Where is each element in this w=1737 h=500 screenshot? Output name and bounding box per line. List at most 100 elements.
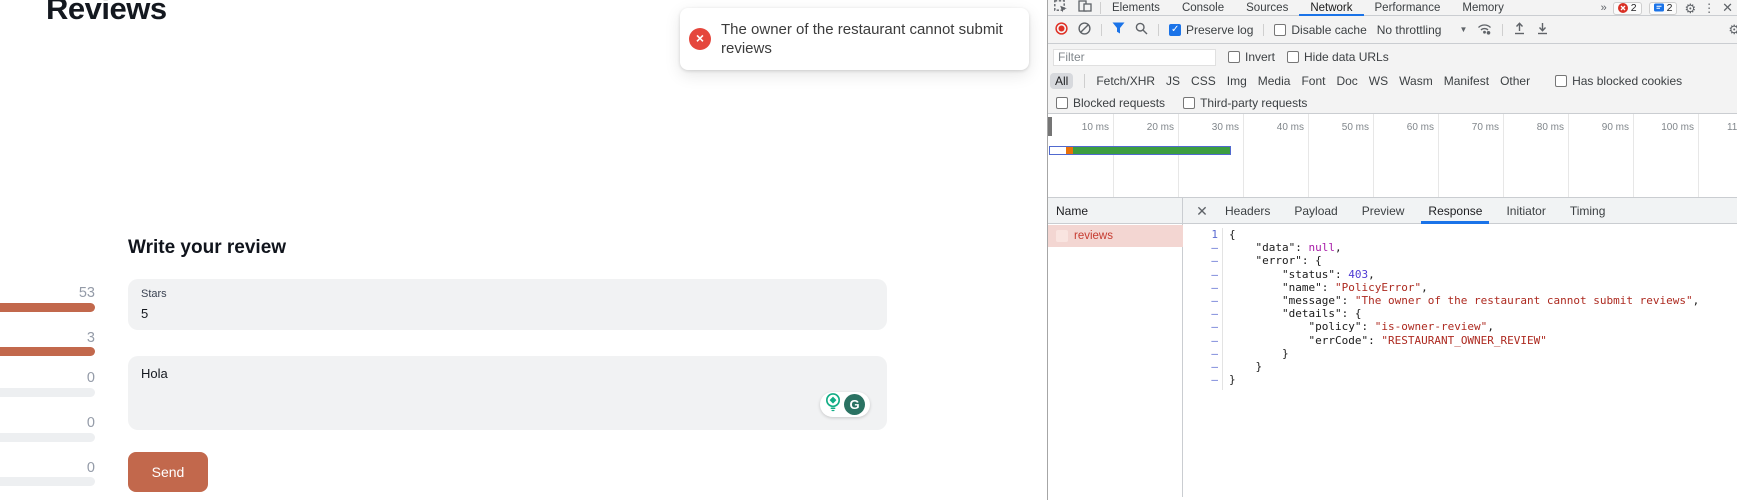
tab-console[interactable]: Console	[1171, 0, 1235, 16]
filter-chip-media[interactable]: Media	[1258, 74, 1291, 88]
timeline-scrubber[interactable]	[1048, 117, 1052, 136]
stars-field-label: Stars	[141, 288, 167, 300]
throttling-dropdown[interactable]: No throttling ▼	[1377, 23, 1468, 37]
rating-bar	[0, 477, 95, 486]
filter-chip-css[interactable]: CSS	[1191, 74, 1216, 88]
filter-chip-fetch-xhr[interactable]: Fetch/XHR	[1096, 74, 1155, 88]
fold-marker[interactable]: –	[1184, 294, 1222, 307]
page-title: Reviews	[46, 0, 167, 27]
ruler-gridline	[1373, 114, 1374, 197]
settings-gear-icon[interactable]: ⚙	[1684, 2, 1696, 15]
stars-field[interactable]: Stars 5	[128, 279, 887, 330]
fold-marker[interactable]: –	[1184, 241, 1222, 254]
detail-tab-response[interactable]: Response	[1421, 198, 1489, 224]
search-icon[interactable]	[1135, 22, 1148, 38]
inspect-element-icon[interactable]	[1054, 0, 1068, 16]
console-errors-badge[interactable]: 2	[1613, 2, 1642, 15]
fold-marker[interactable]: –	[1184, 334, 1222, 347]
detail-tab-initiator[interactable]: Initiator	[1499, 198, 1552, 224]
hide-data-urls-toggle[interactable]: Hide data URLs	[1287, 50, 1389, 64]
console-messages-badge[interactable]: 2	[1649, 2, 1678, 15]
has-blocked-cookies-checkbox[interactable]	[1555, 75, 1567, 87]
hide-data-urls-checkbox[interactable]	[1287, 51, 1299, 63]
type-chip-list: All Fetch/XHR JS CSS Img Media Font Doc WS Wasm Ma…	[1050, 73, 1530, 89]
devtools-main-tabs: ElementsConsoleSourcesNetworkPerformance…	[1101, 0, 1515, 16]
blocked-requests-checkbox[interactable]	[1056, 97, 1068, 109]
fold-marker[interactable]: –	[1184, 281, 1222, 294]
device-toolbar-icon[interactable]	[1078, 0, 1092, 15]
filter-chip-ws[interactable]: WS	[1369, 74, 1388, 88]
code-token: ,	[1368, 268, 1375, 281]
code-token: :	[1322, 281, 1335, 294]
code-token: "errCode"	[1308, 334, 1368, 347]
tab-network[interactable]: Network	[1299, 0, 1363, 16]
code-line: }	[1229, 373, 1737, 386]
code-token: :	[1361, 320, 1374, 333]
tab-performance[interactable]: Performance	[1364, 0, 1452, 16]
blocked-requests-toggle[interactable]: Blocked requests	[1056, 96, 1165, 110]
preserve-log-checkbox[interactable]	[1169, 24, 1181, 36]
filter-chip-wasm[interactable]: Wasm	[1399, 74, 1433, 88]
network-settings-gear-icon[interactable]: ⚙	[1728, 23, 1737, 36]
fold-marker[interactable]: –	[1184, 254, 1222, 267]
third-party-requests-toggle[interactable]: Third-party requests	[1183, 96, 1307, 110]
invert-toggle[interactable]: Invert	[1228, 50, 1275, 64]
filter-chip-img[interactable]: Img	[1227, 74, 1247, 88]
fold-marker[interactable]: –	[1184, 307, 1222, 320]
rating-count: 0	[0, 415, 95, 431]
filter-chip-all[interactable]: All	[1050, 73, 1073, 89]
filter-chip-other[interactable]: Other	[1500, 74, 1530, 88]
detail-tab-preview[interactable]: Preview	[1355, 198, 1412, 224]
import-har-icon[interactable]	[1513, 22, 1526, 38]
fold-marker[interactable]: –	[1184, 320, 1222, 333]
fold-marker[interactable]: –	[1184, 360, 1222, 373]
customize-menu-icon[interactable]: ⋮	[1703, 1, 1715, 15]
review-textarea[interactable]: Hola G	[128, 356, 887, 430]
network-timeline-overview[interactable]: 10 ms20 ms30 ms40 ms50 ms60 ms70 ms80 ms…	[1048, 114, 1737, 198]
filter-chip-doc[interactable]: Doc	[1336, 74, 1357, 88]
has-blocked-cookies-toggle[interactable]: Has blocked cookies	[1555, 74, 1682, 88]
grammarly-suggestion-bulb-icon[interactable]	[824, 393, 842, 417]
detail-tab-headers[interactable]: Headers	[1218, 198, 1277, 224]
disable-cache-toggle[interactable]: Disable cache	[1274, 23, 1366, 37]
third-party-requests-checkbox[interactable]	[1183, 97, 1195, 109]
code-token: "The owner of the restaurant cannot subm…	[1355, 294, 1693, 307]
record-network-log-icon[interactable]	[1055, 22, 1068, 38]
tab-memory[interactable]: Memory	[1451, 0, 1515, 16]
preserve-log-toggle[interactable]: Preserve log	[1169, 23, 1253, 37]
send-button[interactable]: Send	[128, 452, 208, 492]
filter-input[interactable]	[1053, 49, 1216, 66]
disable-cache-checkbox[interactable]	[1274, 24, 1286, 36]
invert-checkbox[interactable]	[1228, 51, 1240, 63]
tab-elements[interactable]: Elements	[1101, 0, 1171, 16]
export-har-icon[interactable]	[1536, 22, 1549, 38]
rating-count: 0	[0, 370, 95, 386]
request-waterfall-bar[interactable]	[1049, 146, 1231, 155]
tab-sources[interactable]: Sources	[1235, 0, 1299, 16]
clear-network-log-icon[interactable]	[1078, 22, 1091, 38]
request-row-reviews[interactable]: reviews	[1048, 225, 1183, 247]
detail-tab-timing[interactable]: Timing	[1563, 198, 1613, 224]
devtools-tab-bar: ElementsConsoleSourcesNetworkPerformance…	[1048, 0, 1737, 16]
filter-chip-font[interactable]: Font	[1301, 74, 1325, 88]
response-json-body: { "data": null, "error": { "status": 403…	[1229, 228, 1737, 386]
code-token: :	[1335, 268, 1348, 281]
fold-marker[interactable]: –	[1184, 268, 1222, 281]
code-token: }	[1229, 373, 1236, 386]
filter-chip-manifest[interactable]: Manifest	[1444, 74, 1489, 88]
detail-tab-payload[interactable]: Payload	[1287, 198, 1344, 224]
code-line: "name": "PolicyError",	[1229, 281, 1737, 294]
filter-chip-js[interactable]: JS	[1166, 74, 1180, 88]
network-conditions-icon[interactable]	[1477, 22, 1492, 38]
code-token: null	[1309, 241, 1336, 254]
grammarly-widget[interactable]: G	[820, 392, 870, 417]
close-detail-pane-icon[interactable]: ✕	[1194, 203, 1210, 219]
code-token	[1229, 281, 1282, 294]
name-column-header[interactable]: Name	[1048, 198, 1183, 224]
filter-funnel-icon[interactable]	[1112, 22, 1125, 37]
close-devtools-icon[interactable]: ✕	[1722, 0, 1733, 16]
fold-marker[interactable]: –	[1184, 347, 1222, 360]
more-tabs-icon[interactable]: »	[1601, 2, 1606, 14]
grammarly-logo-icon[interactable]: G	[844, 394, 865, 415]
fold-marker[interactable]: –	[1184, 373, 1222, 386]
